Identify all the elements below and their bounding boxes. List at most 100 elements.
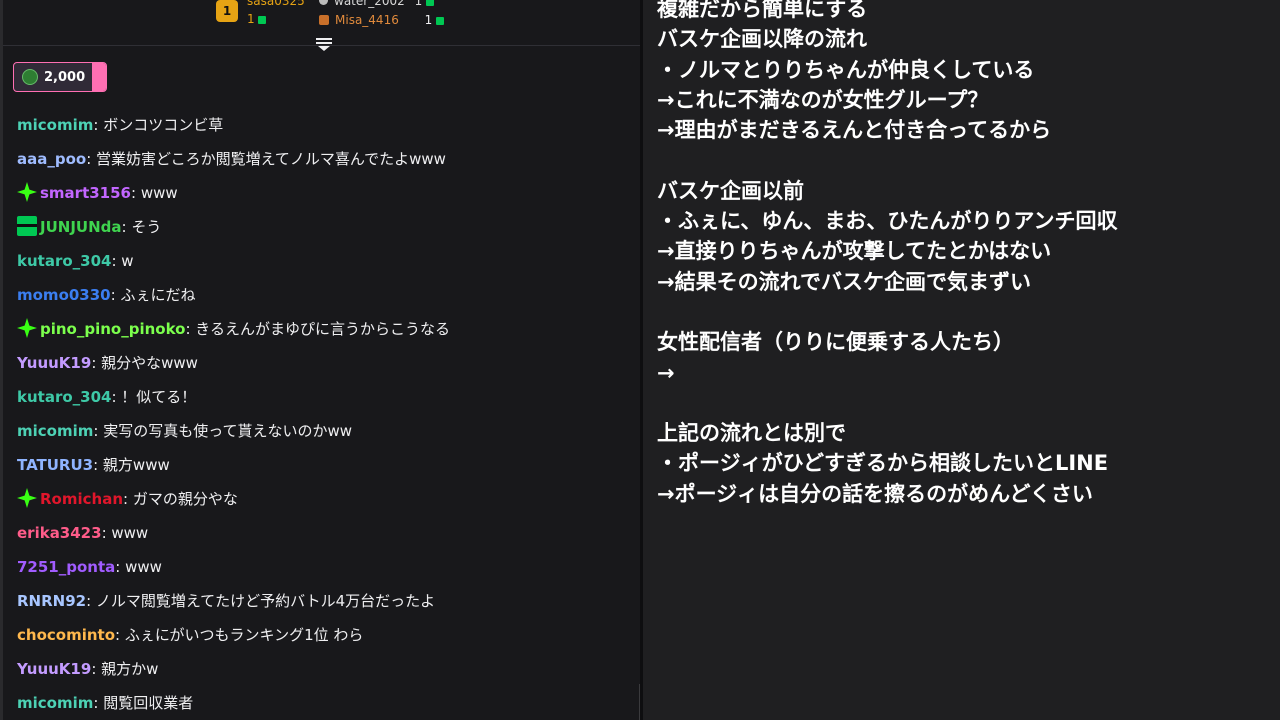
chat-text: ふぇにだね: [120, 286, 196, 304]
chat-username[interactable]: Romichan: [40, 490, 123, 508]
note-line: ・ノルマとりりちゃんが仲良くしている: [657, 57, 1035, 82]
chat-text: 親方かw: [101, 660, 159, 678]
chat-text: 実写の写真も使って貰えないのかww: [103, 422, 352, 440]
chat-message: micomim: 実写の写真も使って貰えないのかww: [17, 414, 637, 448]
chat-message: kutaro_304: ！似てる！: [17, 380, 637, 414]
chat-message: kutaro_304: w: [17, 244, 637, 278]
chat-text: ふぇにがいつもランキング1位 わら: [124, 626, 364, 644]
chat-message: aaa_poo: 営業妨害どころか閲覧増えてノルマ喜んでたよwww: [17, 142, 637, 176]
sparkle-badge-icon[interactable]: [17, 488, 37, 508]
chat-username[interactable]: pino_pino_pinoko: [40, 320, 185, 338]
leaderboard-entry-3[interactable]: Misa_4416 1: [319, 13, 445, 27]
chat-separator: :: [101, 524, 112, 542]
note-line: →結果その流れでバスケ企画で気まずい: [657, 269, 1031, 294]
chat-text: www: [111, 524, 149, 542]
chat-panel: 1 sasa0325 1 water_2002 1 Misa_4416 1 2,…: [0, 0, 640, 720]
chat-separator: :: [91, 660, 102, 678]
rank-3-icon: [319, 15, 329, 25]
chat-text: 閲覧回収業者: [103, 694, 194, 712]
chat-messages: micomim: ボンコツコンビ草 aaa_poo: 営業妨害どころか閲覧増えてノ…: [17, 108, 637, 720]
chat-scrollbar[interactable]: [639, 684, 640, 720]
chat-separator: :: [93, 422, 104, 440]
note-line: [657, 388, 1118, 418]
gift-badge-icon[interactable]: [17, 216, 37, 236]
leaderboard-entry-1[interactable]: sasa0325: [247, 0, 305, 8]
rank-1-badge: 1: [216, 0, 238, 22]
chat-text: 親方www: [102, 456, 170, 474]
chat-username[interactable]: smart3156: [40, 184, 131, 202]
note-line: バスケ企画以前: [657, 178, 804, 203]
chat-separator: :: [115, 626, 125, 644]
chat-username[interactable]: kutaro_304: [17, 388, 111, 406]
channel-points-amount: 2,000: [44, 70, 86, 85]
chat-text: w: [121, 252, 134, 270]
chat-message: YuuuK19: 親方かw: [17, 652, 637, 686]
gift-count: 1: [414, 0, 423, 8]
chat-separator: :: [86, 592, 96, 610]
chat-message: TATURU3: 親方www: [17, 448, 637, 482]
note-line: →ポージィは自分の話を擦るのがめんどくさい: [657, 481, 1093, 506]
chat-text: そう: [131, 218, 162, 236]
note-line: [657, 297, 1118, 327]
chat-separator: :: [111, 252, 122, 270]
chat-username[interactable]: aaa_poo: [17, 150, 86, 168]
points-progress: [92, 63, 106, 91]
leaderboard-count-1: 1: [247, 12, 267, 26]
chat-message: micomim: 閲覧回収業者: [17, 686, 637, 720]
chat-username[interactable]: micomim: [17, 694, 93, 712]
notes-panel: 複雑だから簡単にするバスケ企画以降の流れ・ノルマとりりちゃんが仲良くしている →こ…: [643, 0, 1280, 720]
chat-username[interactable]: 7251_ponta: [17, 558, 115, 576]
sparkle-badge-icon[interactable]: [17, 318, 37, 338]
chat-text: ガマの親分やな: [132, 490, 238, 508]
note-line: バスケ企画以降の流れ: [657, 27, 867, 52]
gift-count: 1: [247, 12, 255, 26]
gift-icon: [426, 0, 435, 6]
channel-points-button[interactable]: 2,000: [13, 62, 107, 92]
chat-username[interactable]: kutaro_304: [17, 252, 111, 270]
chat-username[interactable]: micomim: [17, 116, 93, 134]
chat-message: 7251_ponta: www: [17, 550, 637, 584]
chat-message: momo0330: ふぇにだね: [17, 278, 637, 312]
chat-message: pino_pino_pinoko: きるえんがまゆぴに言うからこうなる: [17, 312, 637, 346]
note-line: 上記の流れとは別で: [657, 421, 846, 446]
chat-separator: :: [185, 320, 196, 338]
note-line: 複雑だから簡単にする: [657, 0, 868, 21]
chat-message: chocominto: ふぇにがいつもランキング1位 わら: [17, 618, 637, 652]
chat-username[interactable]: micomim: [17, 422, 93, 440]
gift-count: 1: [424, 13, 433, 27]
chat-separator: :: [93, 116, 104, 134]
chat-username[interactable]: chocominto: [17, 626, 115, 644]
collapse-leaderboard-icon[interactable]: [316, 38, 332, 52]
chat-separator: :: [110, 286, 121, 304]
chat-separator: :: [91, 354, 102, 372]
leaderboard-entry-2[interactable]: water_2002 1: [319, 0, 435, 8]
chat-username[interactable]: momo0330: [17, 286, 111, 304]
leaderboard-user: Misa_4416: [335, 13, 399, 27]
chat-username[interactable]: erika3423: [17, 524, 102, 542]
chat-username[interactable]: YuuuK19: [17, 354, 91, 372]
chat-username[interactable]: TATURU3: [17, 456, 93, 474]
chat-message: smart3156: www: [17, 176, 637, 210]
chat-username[interactable]: RNRN92: [17, 592, 86, 610]
chat-username[interactable]: JUNJUNda: [40, 218, 122, 236]
chat-separator: :: [123, 490, 133, 508]
chat-separator: :: [131, 184, 141, 202]
chat-text: きるえんがまゆぴに言うからこうなる: [195, 320, 450, 338]
leaderboard-user: sasa0325: [247, 0, 305, 8]
chat-text: ボンコツコンビ草: [103, 116, 224, 134]
sparkle-badge-icon[interactable]: [17, 182, 37, 202]
note-line: ・ふぇに、ゆん、まお、ひたんがりりアンチ回収: [657, 209, 1118, 234]
chat-message: erika3423: www: [17, 516, 637, 550]
chat-separator: :: [121, 218, 132, 236]
chat-username[interactable]: YuuuK19: [17, 660, 91, 678]
chat-text: ！似てる！: [121, 388, 197, 406]
notes-text: 複雑だから簡単にするバスケ企画以降の流れ・ノルマとりりちゃんが仲良くしている →こ…: [657, 0, 1118, 509]
note-line: →直接りりちゃんが攻撃してたとかはない: [657, 239, 1052, 264]
chat-separator: :: [93, 694, 104, 712]
rank-2-icon: [319, 0, 328, 5]
chat-message: Romichan: ガマの親分やな: [17, 482, 637, 516]
note-line: →これに不満なのが女性グループ？: [657, 87, 989, 112]
channel-points-icon: [22, 69, 38, 85]
gift-icon: [258, 15, 267, 24]
leaderboard-user: water_2002: [334, 0, 405, 8]
